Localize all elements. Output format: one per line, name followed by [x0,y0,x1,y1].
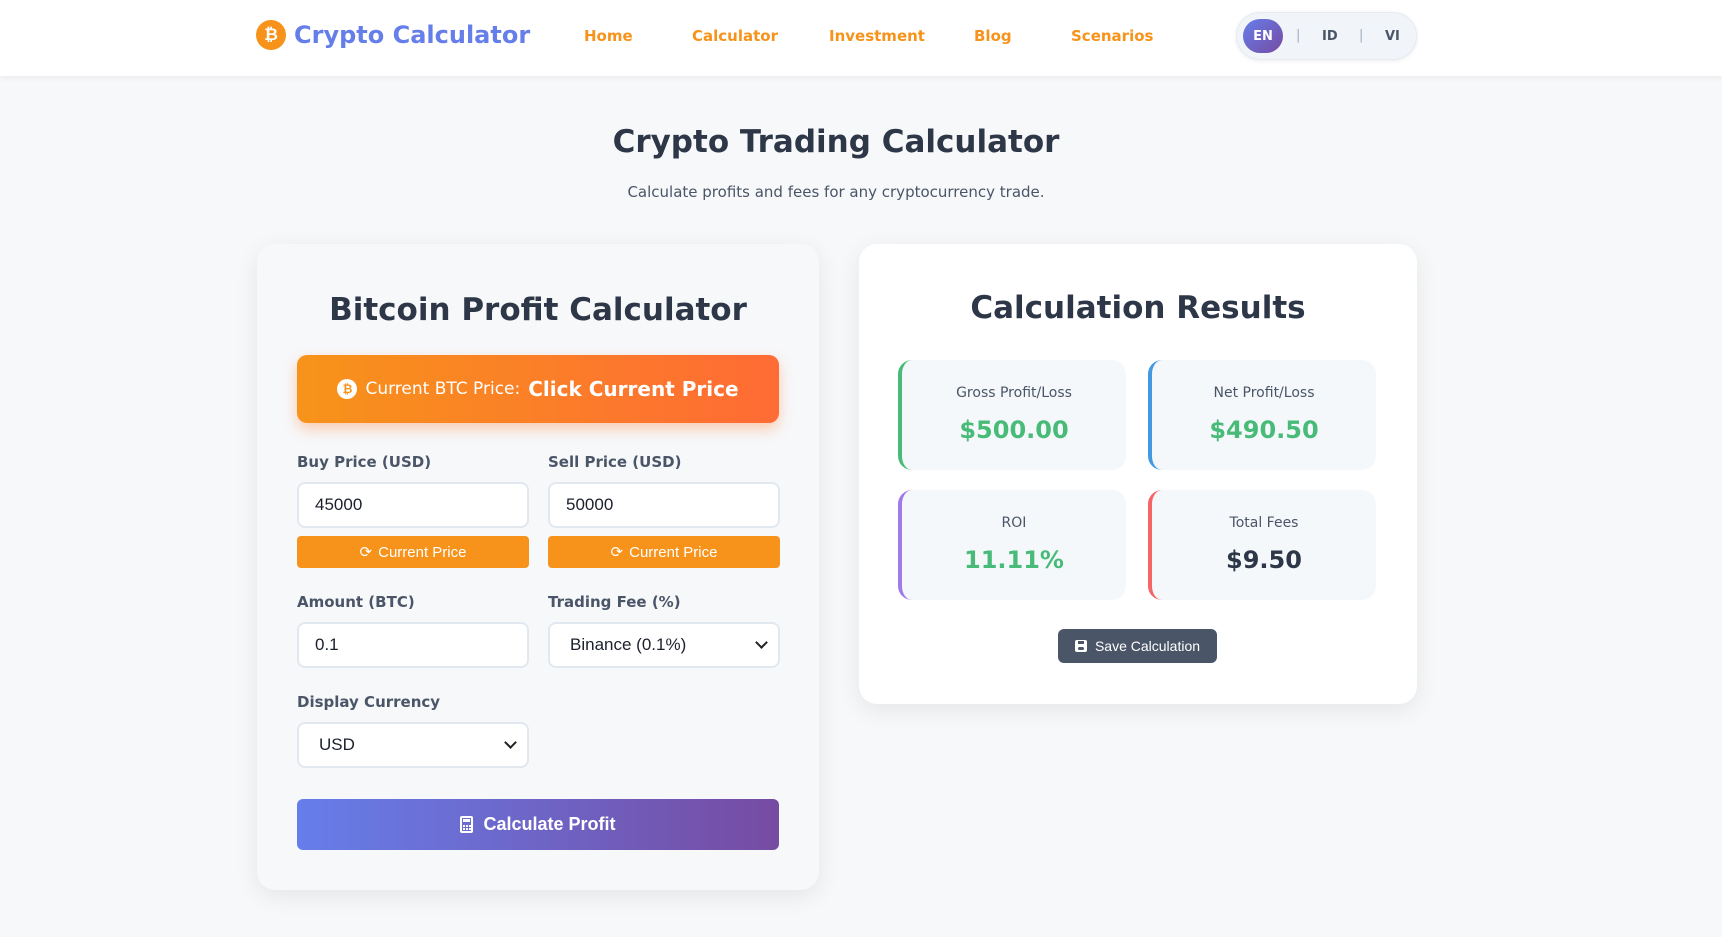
current-price-label: Current Price [629,543,718,561]
results-title: Calculation Results [970,290,1306,326]
display-currency-label: Display Currency [297,693,441,711]
refresh-icon: ⟳ [610,544,624,561]
btc-price-label: Current BTC Price: [365,379,521,399]
page-title: Crypto Trading Calculator [612,124,1060,160]
chevron-down-icon [504,736,517,749]
page-subtitle: Calculate profits and fees for any crypt… [627,183,1045,201]
buy-current-price-button[interactable]: ⟳ Current Price [297,536,529,568]
trading-fee-select[interactable]: Binance (0.1%) [548,622,780,668]
lang-separator: | [1359,28,1364,43]
gross-profit-label: Gross Profit/Loss [956,385,1072,401]
current-price-label: Current Price [378,543,467,561]
chevron-down-icon [755,636,768,649]
calculate-profit-button[interactable]: Calculate Profit [297,799,779,850]
refresh-icon: ⟳ [359,544,373,561]
total-fees-value: $9.50 [1226,546,1302,574]
navbar: ₿ Crypto Calculator Home Calculator Inve… [0,0,1722,76]
net-profit-box: Net Profit/Loss $490.50 [1148,360,1376,470]
calculator-title: Bitcoin Profit Calculator [329,292,747,328]
current-btc-price-button[interactable]: ₿ Current BTC Price: Click Current Price [297,355,779,423]
buy-price-label: Buy Price (USD) [297,453,432,471]
roi-value: 11.11% [964,546,1064,574]
buy-price-input[interactable] [297,482,529,528]
amount-label: Amount (BTC) [297,593,415,611]
total-fees-box: Total Fees $9.50 [1148,490,1376,600]
net-profit-value: $490.50 [1209,416,1319,444]
roi-box: ROI 11.11% [898,490,1126,600]
save-calculation-button[interactable]: Save Calculation [1058,629,1217,663]
roi-label: ROI [1001,515,1027,531]
btc-price-value: Click Current Price [528,377,739,401]
nav-link-investment[interactable]: Investment [829,27,925,45]
bitcoin-icon: ₿ [256,20,286,50]
lang-id-button[interactable]: ID [1322,29,1338,44]
display-currency-selected: USD [319,735,355,754]
nav-link-blog[interactable]: Blog [974,27,1012,45]
calculator-card: Bitcoin Profit Calculator ₿ Current BTC … [257,244,819,890]
calculator-icon [460,816,474,833]
sell-price-input[interactable] [548,482,780,528]
language-switcher: EN | ID | VI [1236,12,1417,60]
net-profit-label: Net Profit/Loss [1213,385,1315,401]
brand-name: Crypto Calculator [294,21,531,49]
gross-profit-box: Gross Profit/Loss $500.00 [898,360,1126,470]
brand-logo[interactable]: ₿ Crypto Calculator [256,20,530,50]
gross-profit-value: $500.00 [959,416,1069,444]
sell-price-label: Sell Price (USD) [548,453,682,471]
lang-vi-button[interactable]: VI [1385,29,1400,44]
nav-link-scenarios[interactable]: Scenarios [1071,27,1153,45]
save-icon [1074,640,1087,652]
nav-link-calculator[interactable]: Calculator [692,27,778,45]
save-calculation-label: Save Calculation [1094,638,1201,654]
lang-separator: | [1296,28,1301,43]
bitcoin-icon: ₿ [337,379,358,399]
total-fees-label: Total Fees [1229,515,1299,531]
display-currency-select[interactable]: USD [297,722,529,768]
amount-input[interactable] [297,622,529,668]
lang-en-button[interactable]: EN [1243,19,1283,53]
nav-link-home[interactable]: Home [584,27,633,45]
trading-fee-selected: Binance (0.1%) [570,635,687,654]
results-card: Calculation Results Gross Profit/Loss $5… [859,244,1417,704]
sell-current-price-button[interactable]: ⟳ Current Price [548,536,780,568]
trading-fee-label: Trading Fee (%) [548,593,681,611]
calculate-profit-label: Calculate Profit [483,814,616,834]
